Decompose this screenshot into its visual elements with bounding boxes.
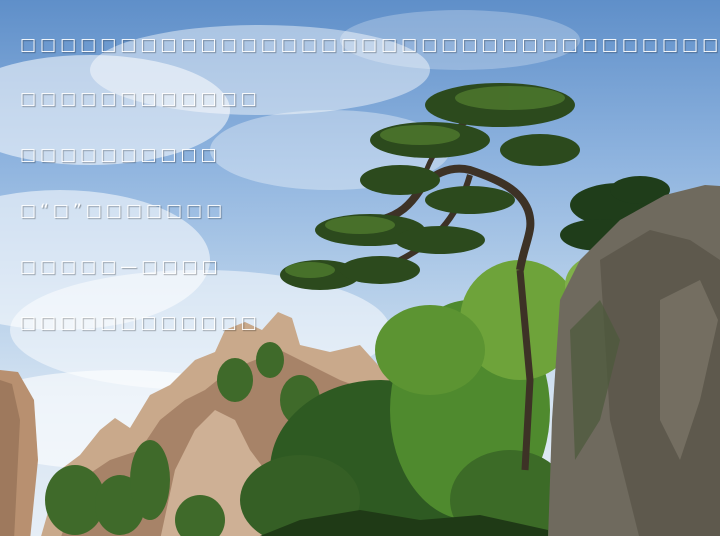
text-line-4: □□□□□—□□□□	[20, 257, 222, 277]
intro-paragraph: □□□□□□□□□□□□□□□□□□□□□□□□□□□□□□□□□□□□□□□□…	[20, 35, 720, 55]
text-line-3: □“□”□□□□□□□	[20, 201, 227, 221]
slide: □□□□□□□□□□□□□□□□□□□□□□□□□□□□□□□□□□□ □□□□□…	[0, 0, 720, 540]
text-line-1: □□□□□□□□□□□□	[20, 89, 261, 109]
text-line-2: □□□□□□□□□□	[20, 145, 221, 165]
slide-text: □□□□□□□□□□□□□□□□□□□□□□□□□□□□□□□□□□□ □□□□□…	[20, 30, 720, 338]
bottom-border	[0, 536, 720, 540]
text-line-5: □□□□□□□□□□□□	[20, 313, 261, 333]
